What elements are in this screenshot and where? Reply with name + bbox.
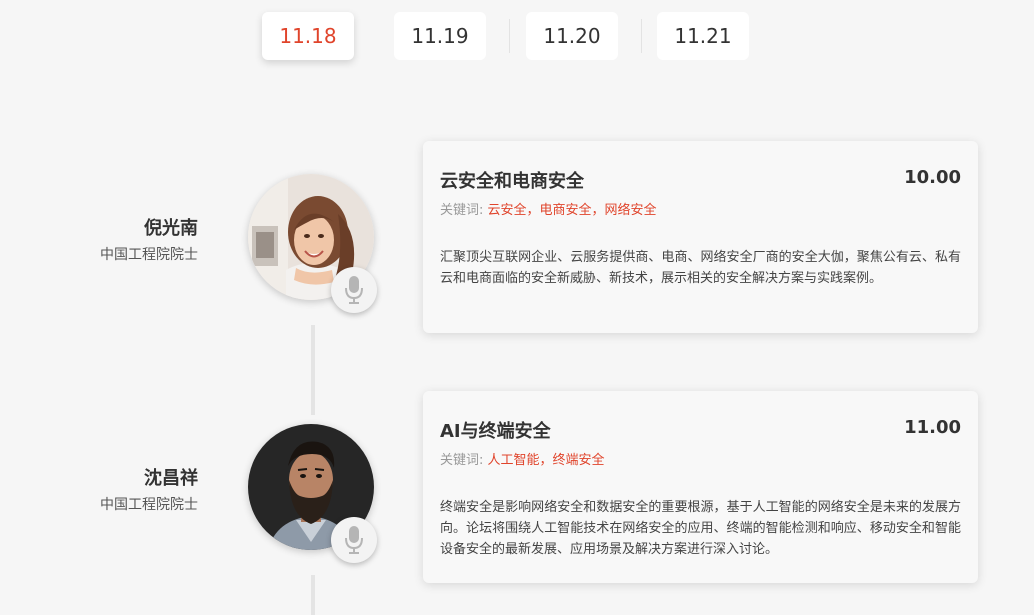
speaker-name: 沈昌祥: [144, 468, 198, 489]
session-description: 终端安全是影响网络安全和数据安全的重要根源，基于人工智能的网络安全是未来的发展方…: [440, 500, 961, 557]
session-description: 汇聚顶尖互联网企业、云服务提供商、电商、网络安全厂商的安全大伽，聚焦公有云、私有…: [440, 250, 961, 286]
session-time: 10.00: [904, 167, 961, 188]
timeline-connector: [311, 325, 315, 415]
keywords-label: 关键词:: [440, 203, 484, 218]
speaker-title: 中国工程院院士: [100, 497, 198, 513]
microphone-button[interactable]: [331, 267, 377, 313]
date-tab-11-19[interactable]: 11.19: [394, 12, 486, 60]
microphone-icon: [345, 276, 363, 304]
session-keywords: 关键词: 云安全，电商安全，网络安全: [440, 199, 657, 218]
keywords-value: 云安全，电商安全，网络安全: [487, 203, 657, 218]
session-title: 云安全和电商安全: [440, 171, 584, 192]
microphone-icon: [345, 526, 363, 554]
date-tabs: 11.18 11.19 11.20 11.21: [0, 12, 1034, 60]
session-title: AI与终端安全: [440, 421, 551, 442]
date-tab-11-18[interactable]: 11.18: [262, 12, 354, 60]
session-keywords: 关键词: 人工智能，终端安全: [440, 449, 605, 468]
timeline-connector: [311, 575, 315, 615]
tab-divider: [509, 19, 510, 53]
speaker-name: 倪光南: [144, 218, 198, 239]
speaker-title: 中国工程院院士: [100, 247, 198, 263]
keywords-value: 人工智能，终端安全: [487, 453, 605, 468]
tab-divider: [641, 19, 642, 53]
date-tab-11-20[interactable]: 11.20: [526, 12, 618, 60]
session-card[interactable]: 云安全和电商安全 10.00 关键词: 云安全，电商安全，网络安全 汇聚顶尖互联…: [423, 141, 978, 333]
microphone-button[interactable]: [331, 517, 377, 563]
date-tab-11-21[interactable]: 11.21: [657, 12, 749, 60]
keywords-label: 关键词:: [440, 453, 484, 468]
session-card[interactable]: AI与终端安全 11.00 关键词: 人工智能，终端安全 终端安全是影响网络安全…: [423, 391, 978, 583]
session-time: 11.00: [904, 417, 961, 438]
